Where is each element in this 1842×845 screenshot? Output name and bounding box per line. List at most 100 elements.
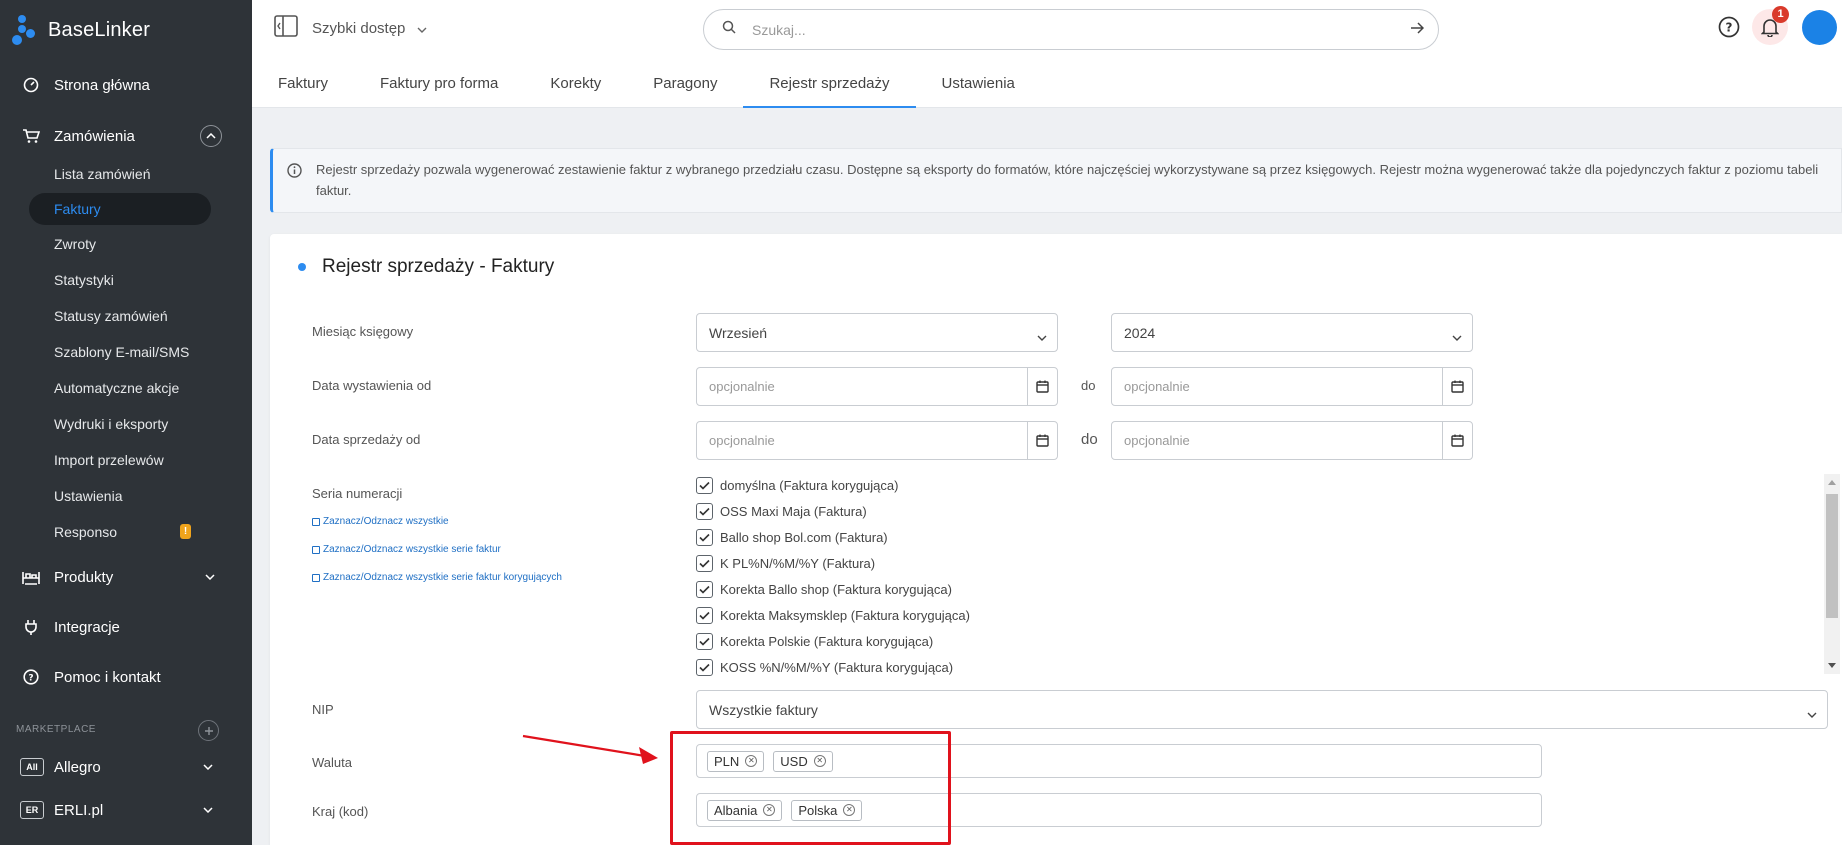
erli-logo: ER bbox=[20, 801, 44, 819]
checkbox-checked-icon[interactable] bbox=[696, 632, 713, 650]
invoice-tabs: Faktury Faktury pro forma Korekty Parago… bbox=[252, 63, 1041, 108]
help-circle-icon: ? bbox=[22, 668, 40, 686]
add-marketplace-button[interactable] bbox=[198, 720, 219, 741]
avatar[interactable] bbox=[1802, 10, 1837, 45]
tab-receipts[interactable]: Paragony bbox=[627, 63, 743, 108]
series-checkbox-item[interactable]: KOSS %N/%M/%Y (Faktura korygująca) bbox=[696, 656, 953, 678]
annotation-highlight-box bbox=[670, 731, 951, 845]
sidebar-item-order-list[interactable]: Lista zamówień bbox=[54, 159, 151, 189]
tab-invoices[interactable]: Faktury bbox=[252, 63, 354, 108]
issue-date-label: Data wystawienia od bbox=[312, 378, 432, 393]
notifications-button[interactable]: 1 bbox=[1752, 6, 1789, 45]
sidebar-item-automatic-actions[interactable]: Automatyczne akcje bbox=[54, 373, 179, 403]
sidebar-item-help[interactable]: ? Pomoc i kontakt bbox=[0, 657, 252, 697]
series-checkbox-item[interactable]: Korekta Maksymsklep (Faktura korygująca) bbox=[696, 604, 970, 626]
select-all-invoices-link[interactable]: Zaznacz/Odznacz wszystkie serie faktur bbox=[312, 544, 501, 555]
checkbox-checked-icon[interactable] bbox=[696, 658, 713, 676]
search-input[interactable]: Szukaj... bbox=[752, 22, 1410, 38]
sidebar-item-invoices[interactable]: Faktury bbox=[29, 193, 211, 225]
sidebar-item-prints-exports[interactable]: Wydruki i eksporty bbox=[54, 409, 168, 439]
dashboard-icon bbox=[22, 76, 40, 94]
sidebar-item-integrations[interactable]: Integracje bbox=[0, 607, 252, 647]
date-placeholder: opcjonalnie bbox=[709, 379, 775, 394]
tab-proforma[interactable]: Faktury pro forma bbox=[354, 63, 524, 108]
checkbox-checked-icon[interactable] bbox=[696, 580, 713, 598]
calendar-icon[interactable] bbox=[1442, 422, 1472, 459]
series-label-text: domyślna (Faktura korygująca) bbox=[720, 477, 899, 493]
scrollbar-thumb[interactable] bbox=[1826, 494, 1838, 618]
nip-select[interactable]: Wszystkie faktury bbox=[696, 690, 1828, 729]
sidebar-item-label: Strona główna bbox=[54, 76, 150, 94]
sidebar-item-transfer-import[interactable]: Import przelewów bbox=[54, 445, 164, 475]
quick-access-dropdown[interactable]: Szybki dostęp bbox=[274, 15, 427, 41]
notification-count-badge: 1 bbox=[1772, 6, 1789, 23]
chevron-down-icon bbox=[1037, 328, 1047, 344]
series-scrollbar[interactable] bbox=[1824, 474, 1840, 674]
month-select[interactable]: Wrzesień bbox=[696, 313, 1058, 352]
sidebar-item-label: Allegro bbox=[54, 758, 101, 776]
checkbox-checked-icon[interactable] bbox=[696, 554, 713, 572]
checkbox-checked-icon[interactable] bbox=[696, 606, 713, 624]
issue-date-to-field[interactable]: opcjonalnie bbox=[1111, 367, 1473, 406]
sidebar-item-erli[interactable]: ER ERLI.pl bbox=[20, 795, 230, 825]
calendar-icon[interactable] bbox=[1027, 368, 1057, 405]
scroll-down-icon[interactable] bbox=[1828, 663, 1836, 668]
sidebar-item-statistics[interactable]: Statystyki bbox=[54, 265, 114, 295]
calendar-icon[interactable] bbox=[1442, 368, 1472, 405]
year-value: 2024 bbox=[1124, 324, 1156, 341]
series-checkbox-item[interactable]: Ballo shop Bol.com (Faktura) bbox=[696, 526, 888, 548]
chevron-down-icon bbox=[417, 20, 427, 37]
logo[interactable]: BaseLinker bbox=[12, 12, 150, 48]
checkbox-checked-icon[interactable] bbox=[696, 528, 713, 546]
sidebar-item-products[interactable]: Produkty bbox=[0, 557, 252, 597]
sale-date-to-field[interactable]: opcjonalnie bbox=[1111, 421, 1473, 460]
select-all-link[interactable]: Zaznacz/Odznacz wszystkie bbox=[312, 516, 449, 527]
tab-corrections[interactable]: Korekty bbox=[524, 63, 627, 108]
chevron-down-icon bbox=[1452, 328, 1462, 344]
sidebar-item-home[interactable]: Strona główna bbox=[0, 65, 252, 105]
to-label: do bbox=[1081, 378, 1096, 393]
help-button[interactable]: ? bbox=[1718, 16, 1740, 38]
sale-date-from-field[interactable]: opcjonalnie bbox=[696, 421, 1058, 460]
series-label-text: OSS Maxi Maja (Faktura) bbox=[720, 503, 867, 519]
search-icon bbox=[722, 20, 736, 39]
sidebar-item-responso[interactable]: Responso bbox=[54, 517, 117, 547]
to-label: do bbox=[1081, 431, 1098, 448]
issue-date-from-field[interactable]: opcjonalnie bbox=[696, 367, 1058, 406]
year-select[interactable]: 2024 bbox=[1111, 313, 1473, 352]
sidebar-item-orders[interactable]: Zamówienia bbox=[0, 116, 252, 156]
arrow-right-icon[interactable] bbox=[1410, 21, 1425, 39]
info-text: Rejestr sprzedaży pozwala wygenerować ze… bbox=[316, 162, 1819, 198]
chevron-down-icon bbox=[202, 804, 214, 816]
series-checkbox-item[interactable]: OSS Maxi Maja (Faktura) bbox=[696, 500, 867, 522]
search-bar[interactable]: Szukaj... bbox=[703, 9, 1439, 50]
tab-sales-register[interactable]: Rejestr sprzedaży bbox=[743, 63, 916, 108]
sidebar-item-allegro[interactable]: All Allegro bbox=[20, 752, 230, 782]
series-list: domyślna (Faktura korygująca) OSS Maxi M… bbox=[696, 474, 1842, 678]
sale-date-label: Data sprzedaży od bbox=[312, 432, 421, 447]
series-checkbox-item[interactable]: K PL%N/%M/%Y (Faktura) bbox=[696, 552, 875, 574]
baselinker-logo-icon bbox=[12, 13, 42, 47]
app-name: BaseLinker bbox=[48, 18, 151, 41]
chevron-up-icon bbox=[206, 133, 216, 139]
checkbox-checked-icon[interactable] bbox=[696, 476, 713, 494]
tab-settings[interactable]: Ustawienia bbox=[916, 63, 1041, 108]
card-title: Rejestr sprzedaży - Faktury bbox=[298, 256, 554, 278]
collapse-orders-button[interactable] bbox=[200, 125, 222, 147]
calendar-icon[interactable] bbox=[1027, 422, 1057, 459]
series-checkbox-item[interactable]: Korekta Ballo shop (Faktura korygująca) bbox=[696, 578, 952, 600]
series-checkbox-item[interactable]: domyślna (Faktura korygująca) bbox=[696, 474, 898, 496]
sidebar-item-settings[interactable]: Ustawienia bbox=[54, 481, 122, 511]
plus-icon bbox=[204, 726, 213, 735]
series-checkbox-item[interactable]: Korekta Polskie (Faktura korygująca) bbox=[696, 630, 933, 652]
sidebar-item-returns[interactable]: Zwroty bbox=[54, 229, 96, 259]
link-label: Zaznacz/Odznacz wszystkie bbox=[323, 516, 449, 527]
scroll-up-icon[interactable] bbox=[1828, 480, 1836, 485]
sidebar-item-order-statuses[interactable]: Statusy zamówień bbox=[54, 301, 168, 331]
select-all-corrections-link[interactable]: Zaznacz/Odznacz wszystkie serie faktur k… bbox=[312, 572, 562, 583]
series-label: Seria numeracji bbox=[312, 486, 403, 501]
sidebar-item-email-templates[interactable]: Szablony E-mail/SMS bbox=[54, 337, 189, 367]
svg-text:?: ? bbox=[28, 674, 33, 684]
checkbox-checked-icon[interactable] bbox=[696, 502, 713, 520]
info-icon bbox=[287, 163, 302, 202]
